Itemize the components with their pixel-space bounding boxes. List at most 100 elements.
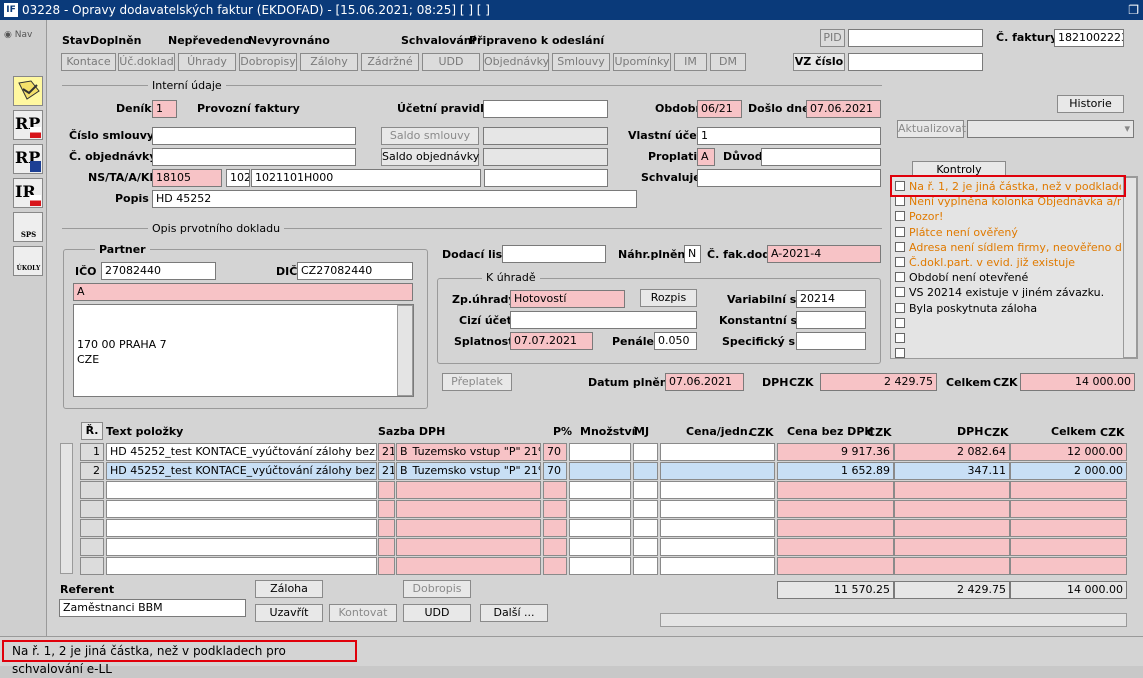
cislo-smlouvy-field[interactable] (152, 127, 356, 145)
cell-bez[interactable] (777, 481, 894, 499)
kontrola-item[interactable] (895, 347, 1121, 362)
cell-cena[interactable] (660, 481, 775, 499)
splatnost-field[interactable]: 07.07.2021 (510, 332, 593, 350)
checkbox-icon[interactable] (895, 333, 905, 343)
row-number[interactable] (80, 500, 104, 518)
cell-sazba[interactable] (378, 519, 395, 537)
cell-text[interactable] (106, 538, 377, 556)
duvod-field[interactable] (761, 148, 881, 166)
cell-typ[interactable] (396, 519, 541, 537)
table-horizontal-scrollbar[interactable] (660, 613, 1127, 627)
restore-icon[interactable]: ❐ (1128, 0, 1139, 20)
partner-address[interactable]: 170 00 PRAHA 7 CZE (73, 304, 414, 397)
cell-cena[interactable] (660, 500, 775, 518)
rp-eu-icon[interactable]: RP (13, 144, 43, 174)
cell-bez[interactable]: 9 917.36 (777, 443, 894, 461)
sps-icon[interactable]: SPS (13, 212, 43, 242)
cell-mj[interactable] (633, 481, 658, 499)
ukoly-icon[interactable]: ÚKOLY (13, 246, 43, 276)
doslo-field[interactable]: 07.06.2021 (806, 100, 881, 118)
aktualizovat-button[interactable]: Aktualizovat (897, 120, 966, 138)
pid-field[interactable] (848, 29, 983, 47)
kontrola-item[interactable]: Adresa není sídlem firmy, neověřeno dle … (895, 241, 1121, 256)
cell-mnozstvi[interactable] (569, 557, 631, 575)
cell-mj[interactable] (633, 500, 658, 518)
cell-typ[interactable]: B Tuzemsko vstup "P" 21% (396, 462, 541, 480)
cell-mj[interactable] (633, 538, 658, 556)
ss-field[interactable] (796, 332, 866, 350)
cell-p[interactable]: 70 (543, 443, 567, 461)
cell-p[interactable]: 70 (543, 462, 567, 480)
nav-radio[interactable]: ◉ Nav (4, 30, 32, 40)
schvaluje-field[interactable] (697, 169, 881, 187)
cell-mnozstvi[interactable] (569, 500, 631, 518)
cell-text[interactable]: HD 45252_test KONTACE_vyúčtování zálohy … (106, 462, 377, 480)
cell-celkem[interactable]: 2 000.00 (1010, 462, 1127, 480)
rows-scrollbar[interactable] (60, 443, 73, 574)
cell-cena[interactable] (660, 538, 775, 556)
kontrola-item[interactable]: Období není otevřené (895, 271, 1121, 286)
cislo-faktury-field[interactable]: 1821002223 (1054, 29, 1124, 47)
cell-dph[interactable] (894, 481, 1010, 499)
cell-dph[interactable] (894, 519, 1010, 537)
rp-cz-icon[interactable]: RP (13, 110, 43, 140)
checkbox-icon[interactable] (895, 241, 905, 252)
penale-field[interactable]: 0.050 (654, 332, 697, 350)
kontrola-item[interactable]: Plátce není ověřený (895, 226, 1121, 241)
cell-mnozstvi[interactable] (569, 481, 631, 499)
uzavrit-button[interactable]: Uzavřít (255, 604, 323, 622)
tab-dm[interactable]: DM (710, 53, 746, 71)
popis-field[interactable]: HD 45252 (152, 190, 637, 208)
proplatit-field[interactable]: A (697, 148, 715, 166)
tab-im[interactable]: IM (674, 53, 707, 71)
cell-celkem[interactable] (1010, 481, 1127, 499)
checkbox-icon[interactable] (895, 287, 905, 298)
historie-button[interactable]: Historie (1057, 95, 1124, 113)
nahr-field[interactable]: N (684, 245, 701, 263)
cell-p[interactable] (543, 519, 567, 537)
kontrola-item[interactable] (895, 317, 1121, 332)
ns-field[interactable]: 18105 (152, 169, 222, 187)
ico-field[interactable]: 27082440 (101, 262, 216, 280)
zaloha-button[interactable]: Záloha (255, 580, 323, 598)
cell-mnozstvi[interactable] (569, 519, 631, 537)
tab-udd[interactable]: UDD (422, 53, 480, 71)
kontovat-button[interactable]: Kontovat (329, 604, 397, 622)
tab-zalohy[interactable]: Zálohy (300, 53, 358, 71)
cell-celkem[interactable] (1010, 557, 1127, 575)
rozpis-button[interactable]: Rozpis (640, 289, 697, 307)
cell-celkem[interactable] (1010, 500, 1127, 518)
tab-objednavky[interactable]: Objednávky (483, 53, 549, 71)
address-scrollbar[interactable] (397, 305, 413, 396)
cell-cena[interactable] (660, 462, 775, 480)
kontrola-item[interactable] (895, 332, 1121, 347)
cell-bez[interactable]: 1 652.89 (777, 462, 894, 480)
ir-cz-icon[interactable]: IR (13, 178, 43, 208)
row-number[interactable] (80, 481, 104, 499)
row-number[interactable] (80, 557, 104, 575)
cell-typ[interactable] (396, 481, 541, 499)
cfak-field[interactable]: A-2021-4 (767, 245, 881, 263)
vlastni-ucet-field[interactable]: 1 (697, 127, 881, 145)
cell-p[interactable] (543, 538, 567, 556)
cell-mnozstvi[interactable] (569, 462, 631, 480)
kontrola-item[interactable]: Byla poskytnuta záloha (895, 302, 1121, 317)
row-number[interactable] (80, 519, 104, 537)
cizi-ucet-field[interactable] (510, 311, 697, 329)
dobropis-button[interactable]: Dobropis (403, 580, 471, 598)
cell-text[interactable] (106, 481, 377, 499)
cell-mnozstvi[interactable] (569, 443, 631, 461)
vz-cislo-field[interactable] (848, 53, 983, 71)
checkbox-icon[interactable] (895, 257, 905, 267)
approve-icon[interactable] (13, 76, 43, 106)
cell-dph[interactable]: 2 082.64 (894, 443, 1010, 461)
denik-field[interactable]: 1 (152, 100, 177, 118)
cell-celkem[interactable]: 12 000.00 (1010, 443, 1127, 461)
cell-text[interactable]: HD 45252_test KONTACE_vyúčtování zálohy … (106, 443, 377, 461)
checkbox-icon[interactable] (895, 196, 905, 207)
cell-p[interactable] (543, 500, 567, 518)
saldo-objednavky-button[interactable]: Saldo objednávky (381, 148, 479, 166)
cell-sazba[interactable] (378, 500, 395, 518)
dodaci-list-field[interactable] (502, 245, 606, 263)
udd-button[interactable]: UDD (403, 604, 471, 622)
